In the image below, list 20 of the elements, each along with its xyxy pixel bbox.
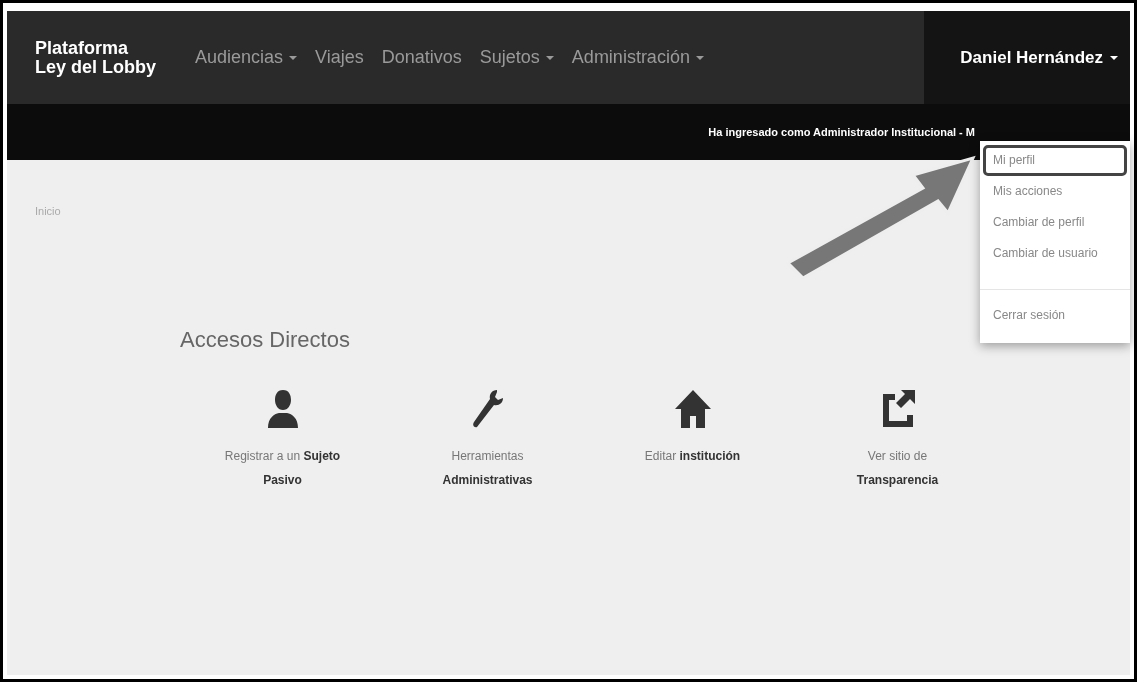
user-menu-button[interactable]: Daniel Hernández <box>924 11 1130 104</box>
nav-link[interactable]: Administración <box>571 47 704 68</box>
house-icon[interactable] <box>672 388 713 430</box>
shortcut-link[interactable]: Ver sitio de Transparencia <box>832 444 963 492</box>
wrench-icon[interactable] <box>470 388 505 430</box>
section-title: Accesos Directos <box>180 327 351 353</box>
brand-title[interactable]: Plataforma Ley del Lobby <box>35 38 195 77</box>
menu-item[interactable]: Mis acciones <box>983 176 1127 207</box>
menu-item[interactable]: Cambiar de usuario <box>983 238 1127 269</box>
shortcut-link[interactable]: Herramientas Administrativas <box>422 444 553 492</box>
menu-item[interactable]: Cerrar sesión <box>983 300 1127 331</box>
shortcut-link[interactable]: Registrar a un Sujeto Pasivo <box>217 444 348 492</box>
menu-item[interactable]: Cambiar de perfil <box>983 207 1127 238</box>
menu-item[interactable]: Mi perfil <box>983 145 1127 176</box>
nav-link[interactable]: Audiencias <box>195 47 298 68</box>
nav-link[interactable]: Donativos <box>381 47 462 68</box>
nav-link[interactable]: Viajes <box>315 47 364 68</box>
nav-link[interactable]: Sujetos <box>479 47 554 68</box>
status-text: Ha ingresado como Administrador Institucional - M <box>708 126 975 138</box>
shortcut-link[interactable]: Editar institución <box>627 444 758 468</box>
